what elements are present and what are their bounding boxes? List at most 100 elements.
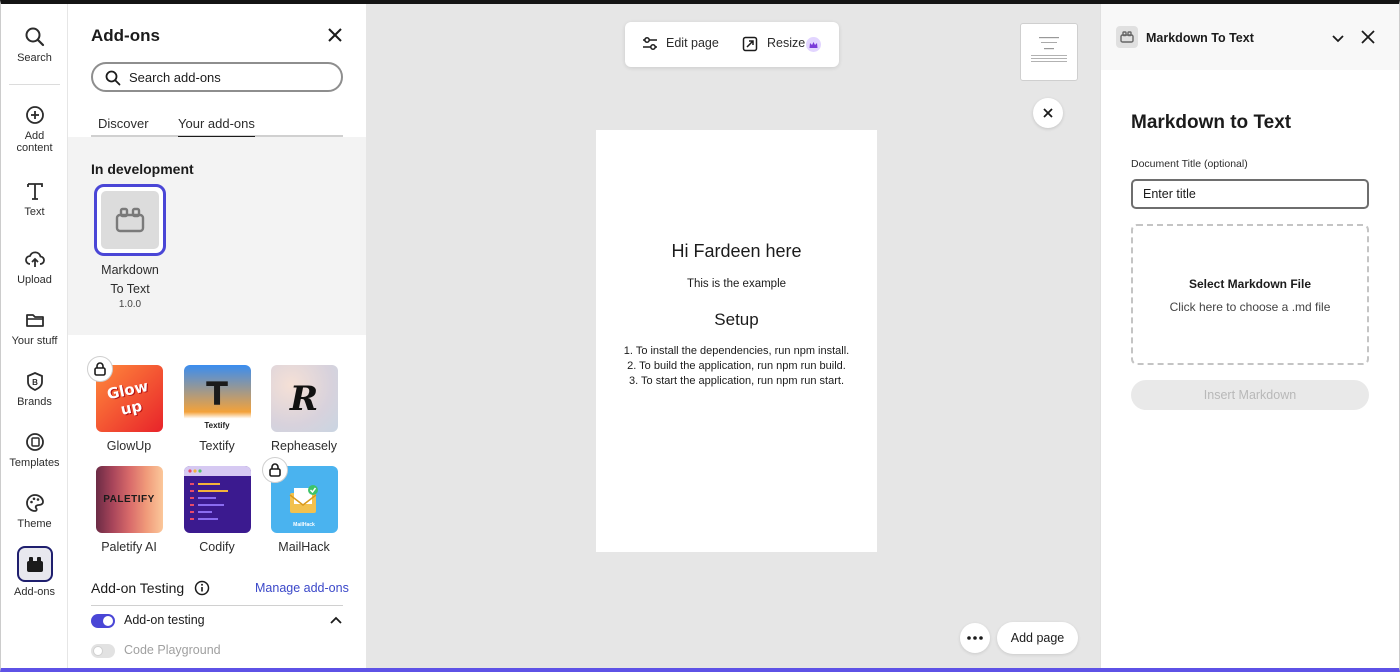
manage-addons-link[interactable]: Manage add-ons <box>255 581 349 595</box>
page-subtitle: This is the example <box>686 278 787 290</box>
close-icon[interactable] <box>326 26 344 44</box>
addon-header-title: Markdown To Text <box>1146 31 1254 45</box>
repheasely-letter: R <box>289 378 319 419</box>
dev-addon-name-line2: To Text <box>110 282 150 296</box>
addon-placeholder-icon <box>115 207 145 233</box>
rail-item-search[interactable]: Search <box>1 26 68 64</box>
rail-label-search: Search <box>17 52 52 64</box>
more-options-button[interactable] <box>960 623 990 653</box>
rail-label-your-stuff: Your stuff <box>11 335 58 347</box>
in-development-section: In development Markdown To Text 1.0.0 <box>68 137 366 335</box>
addon-textify[interactable]: T Textify Textify <box>172 365 262 453</box>
rail-label-theme: Theme <box>17 518 52 530</box>
chevron-down-icon[interactable] <box>1331 31 1345 45</box>
tab-discover[interactable]: Discover <box>98 116 149 131</box>
addon-label: Codify <box>199 540 235 554</box>
addon-codify[interactable]: Codify <box>172 466 262 554</box>
rail-label-add: Add <box>24 130 45 142</box>
markdown-file-dropzone[interactable]: Select Markdown File Click here to choos… <box>1131 224 1369 365</box>
code-playground-label: Code Playground <box>124 643 221 657</box>
info-icon[interactable] <box>194 580 210 596</box>
rail-item-your-stuff[interactable]: Your stuff <box>1 309 68 347</box>
brand-icon: B <box>26 372 43 392</box>
addon-paletify-ai[interactable]: PALETIFY Paletify AI <box>84 466 174 554</box>
canvas-area: Edit page Resize Hi Fardeen here This is… <box>366 4 1100 668</box>
text-icon <box>26 183 43 200</box>
search-input[interactable] <box>91 62 343 92</box>
markdown-addon-panel: Markdown To Text Markdown to Text Docume… <box>1100 4 1399 668</box>
search-icon <box>25 27 44 47</box>
rail-item-theme[interactable]: Theme <box>1 492 68 530</box>
codify-thumb <box>183 466 251 533</box>
addon-mailhack[interactable]: MailHack MailHack <box>259 457 349 554</box>
textify-wordmark: Textify <box>204 421 230 430</box>
addon-label: Textify <box>199 439 235 453</box>
page-toolbar: Edit page Resize <box>625 22 839 67</box>
addon-repheasely[interactable]: R Repheasely <box>259 365 349 453</box>
page-step: 1. To install the dependencies, run npm … <box>623 345 850 357</box>
addon-header-icon <box>1116 26 1138 48</box>
addons-icon <box>26 557 43 572</box>
rail-item-add-content[interactable]: Add content <box>1 104 68 154</box>
close-icon[interactable] <box>1360 29 1376 45</box>
page-thumbnail-preview <box>1031 37 1067 62</box>
resize-button[interactable]: Resize <box>767 36 805 50</box>
add-page-button[interactable]: Add page <box>997 622 1078 654</box>
code-playground-toggle <box>91 644 115 658</box>
glowup-logo-text: Glow up <box>104 376 150 419</box>
tab-bar: Discover Your add-ons <box>91 112 343 138</box>
addon-title: Markdown to Text <box>1131 112 1292 133</box>
page-thumbnail[interactable] <box>1020 23 1078 81</box>
tab-your-add-ons[interactable]: Your add-ons <box>178 116 255 138</box>
page-section-heading: Setup <box>714 310 759 329</box>
dev-addon-tile[interactable] <box>94 184 166 256</box>
rail-item-add-ons[interactable]: Add-ons <box>1 546 68 598</box>
addon-label: GlowUp <box>106 439 152 453</box>
rail-item-text[interactable]: Text <box>1 180 68 218</box>
edit-page-button[interactable]: Edit page <box>666 36 719 50</box>
rail-item-brands[interactable]: B Brands <box>1 370 68 408</box>
search-icon <box>105 70 121 86</box>
sliders-icon <box>643 37 657 50</box>
folder-icon <box>25 314 44 327</box>
rail-label-content: content <box>16 142 53 154</box>
paletify-thumb: PALETIFY <box>95 466 163 533</box>
chevron-up-icon[interactable] <box>330 616 342 624</box>
close-icon <box>1043 108 1053 118</box>
addon-testing-toggle[interactable] <box>91 614 115 628</box>
dev-addon-thumb <box>101 191 159 249</box>
page-step: 2. To build the application, run npm run… <box>627 360 846 372</box>
svg-text:B: B <box>32 378 38 387</box>
document-title-field[interactable] <box>1131 179 1369 209</box>
premium-crown-icon <box>806 37 821 52</box>
rail-label-brands: Brands <box>17 396 52 408</box>
rail-item-templates[interactable]: Templates <box>1 431 68 469</box>
lock-icon <box>87 356 113 382</box>
more-dots-icon <box>967 636 983 640</box>
insert-markdown-button[interactable]: Insert Markdown <box>1131 380 1369 410</box>
rail-active-box <box>16 546 53 582</box>
lock-icon <box>262 457 288 483</box>
rail-divider <box>9 84 60 85</box>
resize-icon <box>742 36 758 52</box>
textify-thumb: T Textify <box>183 365 251 432</box>
dropzone-title: Select Markdown File <box>1188 277 1312 291</box>
textify-letter: T <box>206 374 228 413</box>
document-page[interactable]: Hi Fardeen here This is the example Setu… <box>596 130 877 552</box>
addons-panel: Add-ons Discover Your add-ons In develop… <box>68 4 366 668</box>
rail-label-upload: Upload <box>17 274 52 286</box>
addon-label: MailHack <box>278 540 330 554</box>
mailhack-wordmark: MailHack <box>293 522 315 528</box>
divider <box>91 605 343 606</box>
rail-label-text: Text <box>24 206 45 218</box>
page-heading: Hi Fardeen here <box>671 241 802 261</box>
app-window: Search Add content Text Upload Your stuf… <box>0 0 1400 672</box>
dev-addon-version: 1.0.0 <box>118 299 142 310</box>
close-panel-button[interactable] <box>1033 98 1063 128</box>
rail-item-upload[interactable]: Upload <box>1 248 68 286</box>
addon-glowup[interactable]: Glow up GlowUp <box>84 356 174 453</box>
code-editor-icon <box>183 466 251 520</box>
addon-testing-label: Add-on testing <box>124 613 205 627</box>
rail-label-add-ons: Add-ons <box>14 586 55 598</box>
panel-title: Add-ons <box>91 26 160 45</box>
